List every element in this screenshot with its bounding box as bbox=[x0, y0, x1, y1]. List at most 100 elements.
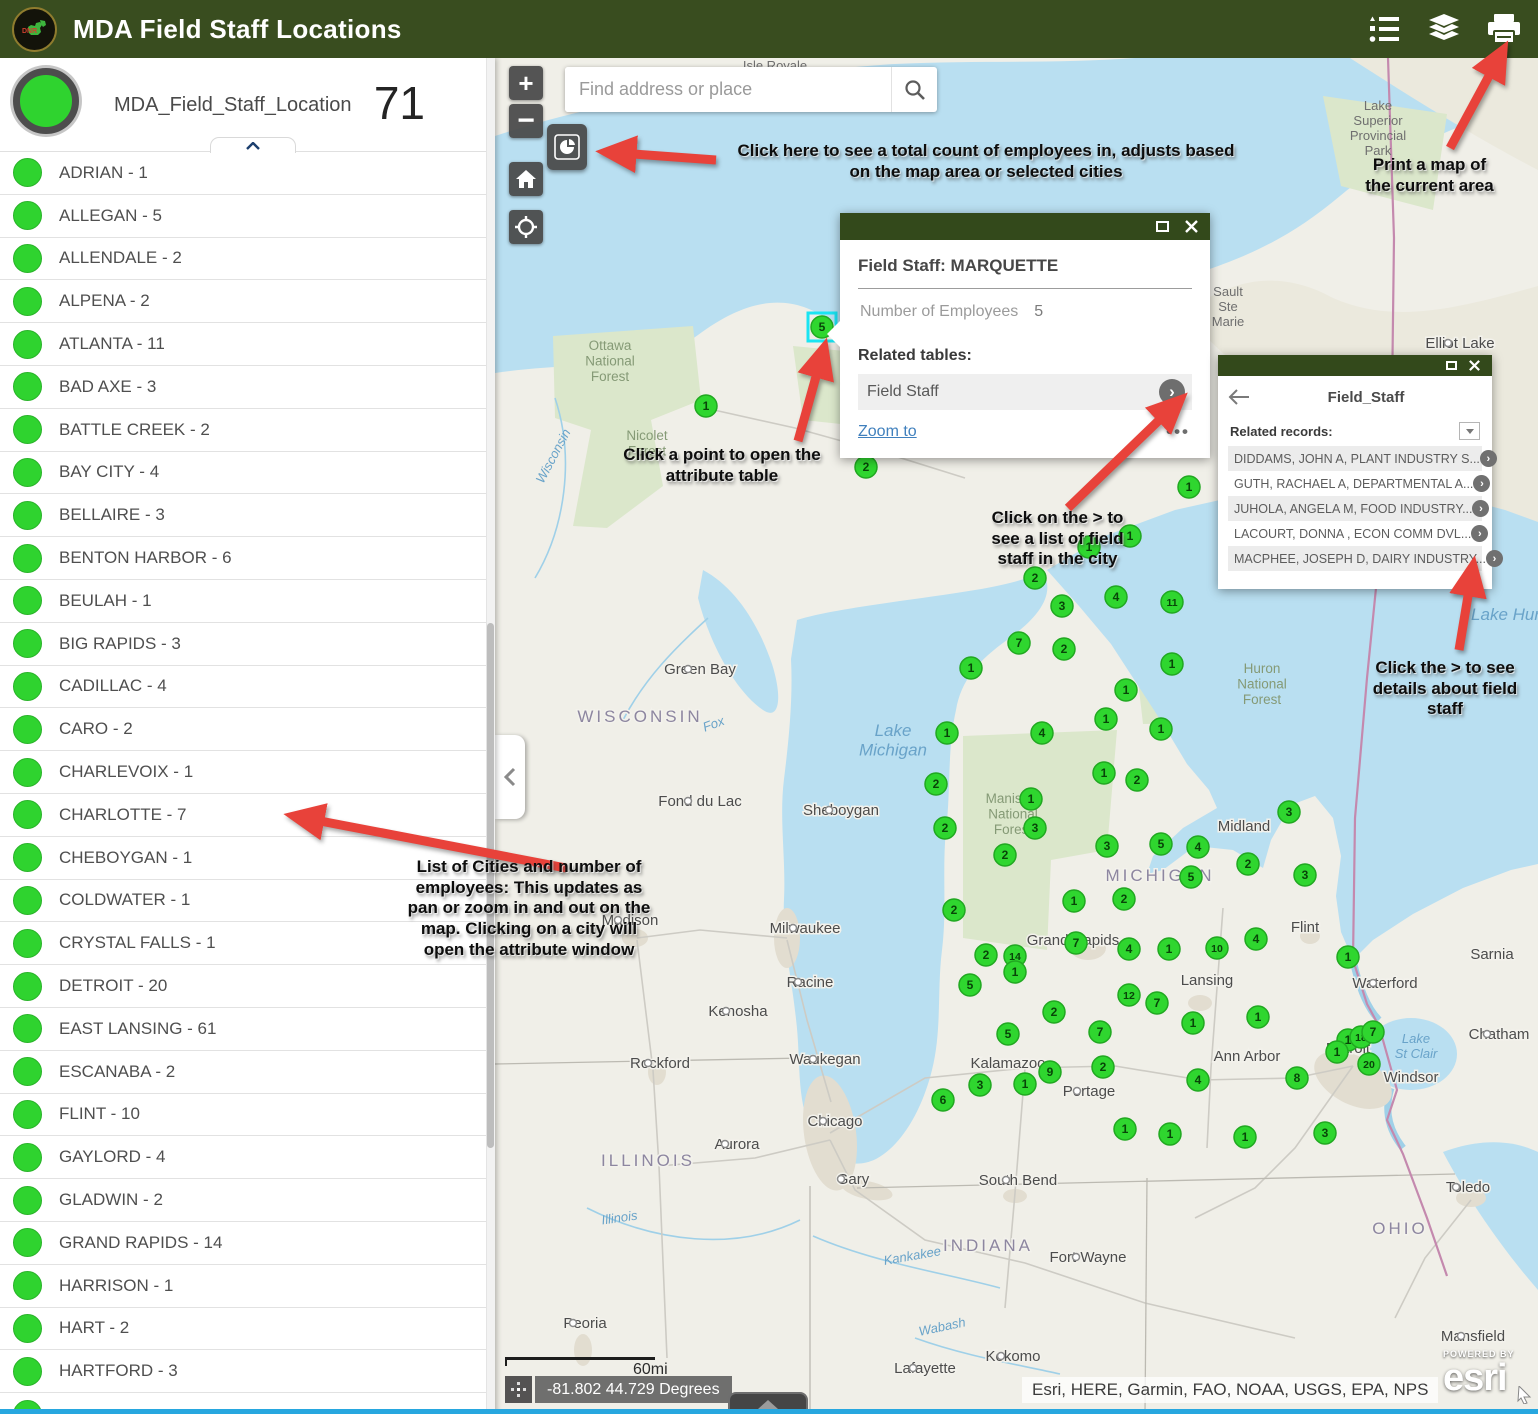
map-marker[interactable]: 7 bbox=[1008, 632, 1030, 654]
map-marker[interactable]: 9 bbox=[1039, 1061, 1061, 1083]
search-input[interactable] bbox=[565, 67, 891, 112]
home-button[interactable] bbox=[509, 162, 543, 196]
city-list-item[interactable]: BAD AXE - 3 bbox=[0, 366, 486, 409]
related-record-item[interactable]: MACPHEE, JOSEPH D, DAIRY INDUSTRY...› bbox=[1228, 546, 1482, 571]
city-list-item[interactable]: CHARLOTTE - 7 bbox=[0, 794, 486, 837]
city-list-item[interactable]: ATLANTA - 11 bbox=[0, 323, 486, 366]
coordinates-icon[interactable] bbox=[505, 1376, 532, 1403]
map-marker[interactable]: 7 bbox=[1065, 932, 1087, 954]
city-list-item[interactable]: ADRIAN - 1 bbox=[0, 152, 486, 195]
map-marker[interactable]: 1 bbox=[1161, 653, 1183, 675]
zoom-in-button[interactable]: + bbox=[509, 66, 543, 100]
close-icon[interactable] bbox=[1185, 220, 1198, 233]
city-list-item[interactable]: HARTFORD - 3 bbox=[0, 1350, 486, 1393]
map-marker[interactable]: 3 bbox=[1024, 817, 1046, 839]
map-marker[interactable]: 5 bbox=[1180, 866, 1202, 888]
city-list-item[interactable]: BENTON HARBOR - 6 bbox=[0, 537, 486, 580]
map-marker[interactable]: 1 bbox=[1159, 1123, 1181, 1145]
map-marker[interactable]: 1 bbox=[1115, 679, 1137, 701]
related-record-item[interactable]: DIDDAMS, JOHN A, PLANT INDUSTRY S...› bbox=[1228, 446, 1482, 471]
map-marker[interactable]: 1 bbox=[1095, 708, 1117, 730]
employee-count-widget-button[interactable] bbox=[547, 124, 587, 170]
legend-icon[interactable] bbox=[1366, 11, 1402, 47]
record-detail-button[interactable]: › bbox=[1480, 450, 1497, 467]
map-marker[interactable]: 11 bbox=[1161, 591, 1183, 613]
city-list-item[interactable]: CHARLEVOIX - 1 bbox=[0, 751, 486, 794]
city-list-item[interactable]: GLADWIN - 2 bbox=[0, 1179, 486, 1222]
map-marker[interactable]: 2 bbox=[1237, 853, 1259, 875]
sidebar-scrollbar[interactable] bbox=[486, 58, 495, 1414]
back-arrow-icon[interactable] bbox=[1228, 389, 1250, 405]
map-marker[interactable]: 3 bbox=[1314, 1122, 1336, 1144]
city-list-item[interactable]: DETROIT - 20 bbox=[0, 965, 486, 1008]
map-marker[interactable]: 1 bbox=[1114, 1118, 1136, 1140]
map-marker[interactable]: 2 bbox=[994, 844, 1016, 866]
map-marker[interactable]: 20 bbox=[1358, 1053, 1380, 1075]
map-marker[interactable]: 2 bbox=[1024, 567, 1046, 589]
more-options-icon[interactable]: ... bbox=[1218, 577, 1492, 589]
city-list-item[interactable]: BIG RAPIDS - 3 bbox=[0, 623, 486, 666]
map-marker[interactable]: 4 bbox=[1245, 928, 1267, 950]
map-marker[interactable]: 4 bbox=[1187, 836, 1209, 858]
city-list-item[interactable]: GRAND RAPIDS - 14 bbox=[0, 1222, 486, 1265]
locate-button[interactable] bbox=[509, 210, 543, 244]
search-button[interactable] bbox=[891, 67, 937, 112]
map-marker[interactable]: 2 bbox=[975, 944, 997, 966]
map-marker[interactable]: 2 bbox=[1113, 888, 1135, 910]
map-marker[interactable]: 5 bbox=[997, 1023, 1019, 1045]
map-marker[interactable]: 1 bbox=[1063, 890, 1085, 912]
layers-icon[interactable] bbox=[1426, 11, 1462, 47]
map-marker[interactable]: 1 bbox=[1337, 946, 1359, 968]
map-marker[interactable]: 1 bbox=[1182, 1012, 1204, 1034]
open-related-table-button[interactable]: › bbox=[1159, 379, 1185, 405]
city-list-item[interactable]: BELLAIRE - 3 bbox=[0, 494, 486, 537]
sidebar-collapse-handle[interactable] bbox=[495, 735, 525, 819]
map-marker[interactable]: 8 bbox=[1286, 1067, 1308, 1089]
related-record-item[interactable]: JUHOLA, ANGELA M, FOOD INDUSTRY...› bbox=[1228, 496, 1482, 521]
map-marker[interactable]: 1 bbox=[1150, 718, 1172, 740]
records-dropdown[interactable] bbox=[1459, 422, 1480, 440]
map-marker[interactable]: 10 bbox=[1206, 937, 1228, 959]
map-marker[interactable]: 2 bbox=[943, 899, 965, 921]
map-marker[interactable]: 4 bbox=[1105, 586, 1127, 608]
map-marker[interactable]: 3 bbox=[1096, 835, 1118, 857]
map-marker[interactable]: 4 bbox=[1118, 938, 1140, 960]
map-marker[interactable]: 2 bbox=[1126, 769, 1148, 791]
record-detail-button[interactable]: › bbox=[1486, 550, 1503, 567]
map-marker[interactable]: 1 bbox=[960, 657, 982, 679]
print-icon[interactable] bbox=[1486, 11, 1522, 47]
map-marker[interactable]: 7 bbox=[1089, 1021, 1111, 1043]
map-marker[interactable]: 3 bbox=[1278, 801, 1300, 823]
map-marker[interactable]: 2 bbox=[855, 456, 877, 478]
city-list-item[interactable]: EAST LANSING - 61 bbox=[0, 1008, 486, 1051]
map-marker[interactable]: 1 bbox=[936, 722, 958, 744]
city-list-item[interactable]: CADILLAC - 4 bbox=[0, 666, 486, 709]
zoom-out-button[interactable]: − bbox=[509, 104, 543, 138]
city-list-item[interactable]: BATTLE CREEK - 2 bbox=[0, 409, 486, 452]
city-list-item[interactable]: HART - 2 bbox=[0, 1308, 486, 1351]
city-list-item[interactable]: ESCANABA - 2 bbox=[0, 1051, 486, 1094]
map-marker[interactable]: 1 bbox=[1158, 938, 1180, 960]
map-marker[interactable]: 2 bbox=[934, 817, 956, 839]
map-marker[interactable]: 2 bbox=[925, 773, 947, 795]
maximize-icon[interactable] bbox=[1446, 361, 1457, 370]
map-marker[interactable]: 5 bbox=[959, 974, 981, 996]
map-marker[interactable]: 1 bbox=[1234, 1126, 1256, 1148]
related-table-row[interactable]: Field Staff › bbox=[858, 374, 1192, 410]
related-record-item[interactable]: LACOURT, DONNA , ECON COMM DVL...› bbox=[1228, 521, 1482, 546]
city-list-item[interactable]: BAY CITY - 4 bbox=[0, 452, 486, 495]
zoom-to-link[interactable]: Zoom to bbox=[858, 423, 917, 441]
map-marker[interactable]: 3 bbox=[969, 1074, 991, 1096]
city-list-item[interactable]: FLINT - 10 bbox=[0, 1094, 486, 1137]
record-detail-button[interactable]: › bbox=[1471, 525, 1488, 542]
map-marker[interactable]: 1 bbox=[1020, 788, 1042, 810]
panel-collapse-tab[interactable] bbox=[210, 137, 296, 153]
map-marker[interactable]: 5 bbox=[1150, 833, 1172, 855]
map-marker[interactable]: 2 bbox=[1053, 638, 1075, 660]
city-list-item[interactable]: ALLEGAN - 5 bbox=[0, 195, 486, 238]
map-marker[interactable]: 3 bbox=[1294, 864, 1316, 886]
map-marker[interactable]: 1 bbox=[1014, 1073, 1036, 1095]
map-marker[interactable]: 6 bbox=[932, 1089, 954, 1111]
city-list-item[interactable]: HARRISON - 1 bbox=[0, 1265, 486, 1308]
city-list-item[interactable]: CARO - 2 bbox=[0, 708, 486, 751]
